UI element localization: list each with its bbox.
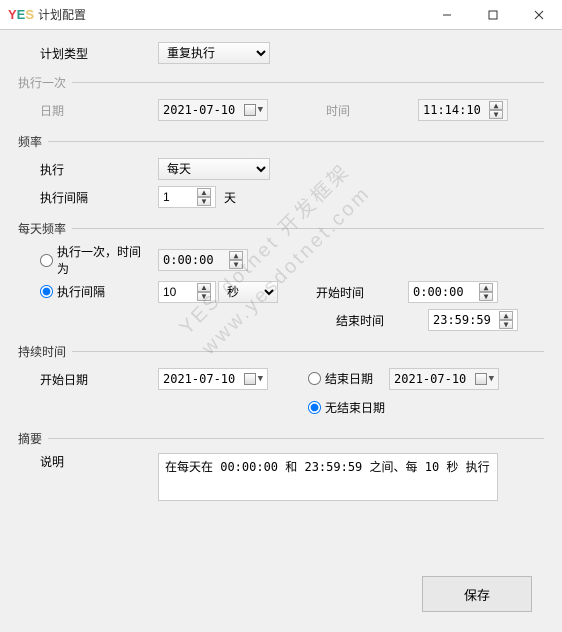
once-time-picker[interactable]: 11:14:10 ▲▼: [418, 99, 508, 121]
no-end-date-radio[interactable]: 无结束日期: [308, 399, 385, 416]
daily-once-time[interactable]: 0:00:00 ▲▼: [158, 249, 248, 271]
frequency-group: 频率 执行 每天 执行间隔 1 ▲▼ 天: [18, 133, 544, 212]
once-time-value: 11:14:10: [423, 103, 481, 117]
summary-legend: 摘要: [18, 430, 48, 447]
window-title: 计划配置: [38, 6, 86, 23]
daily-once-label: 执行一次，时间为: [57, 243, 148, 277]
logo-y: Y: [8, 7, 17, 22]
title-bar: YES 计划配置: [0, 0, 562, 30]
close-button[interactable]: [516, 0, 562, 30]
daily-interval-label: 执行间隔: [57, 283, 105, 300]
end-date-radio[interactable]: 结束日期: [308, 370, 373, 387]
plan-type-label: 计划类型: [18, 45, 158, 62]
daily-legend: 每天频率: [18, 220, 72, 237]
once-date-label: 日期: [18, 102, 158, 119]
exec-interval-spinner[interactable]: 1 ▲▼: [158, 186, 216, 208]
exec-interval-value: 1: [163, 190, 170, 204]
daily-end-time-value: 23:59:59: [433, 313, 491, 327]
chevron-down-icon: ▼: [489, 374, 494, 384]
daily-start-label: 开始时间: [308, 284, 408, 301]
exec-select[interactable]: 每天: [158, 158, 270, 180]
save-button[interactable]: 保存: [422, 576, 532, 612]
daily-frequency-group: 每天频率 执行一次，时间为 0:00:00 ▲▼ 执行间隔 10 ▲▼ 秒 开始…: [18, 220, 544, 335]
chevron-down-icon: ▼: [258, 105, 263, 115]
end-date-label: 结束日期: [325, 370, 373, 387]
start-date-value: 2021-07-10: [163, 372, 235, 386]
spinner-icon[interactable]: ▲▼: [479, 283, 493, 301]
once-time-label: 时间: [318, 102, 418, 119]
exec-interval-unit: 天: [224, 189, 236, 206]
spinner-icon[interactable]: ▲▼: [197, 188, 211, 206]
spinner-icon[interactable]: ▲▼: [499, 311, 513, 329]
start-date-label: 开始日期: [18, 371, 158, 388]
spinner-icon[interactable]: ▲▼: [489, 101, 503, 119]
no-end-label: 无结束日期: [325, 399, 385, 416]
exec-label: 执行: [18, 161, 158, 178]
desc-textarea[interactable]: 在每天在 00:00:00 和 23:59:59 之间、每 10 秒 执行: [158, 453, 498, 501]
daily-interval-radio[interactable]: 执行间隔: [40, 283, 105, 300]
maximize-button[interactable]: [470, 0, 516, 30]
daily-interval-spinner[interactable]: 10 ▲▼: [158, 281, 216, 303]
exec-interval-label: 执行间隔: [18, 189, 158, 206]
end-date-value: 2021-07-10: [394, 372, 466, 386]
desc-label: 说明: [18, 453, 158, 470]
daily-once-radio[interactable]: 执行一次，时间为: [40, 243, 148, 277]
spinner-icon[interactable]: ▲▼: [229, 251, 243, 269]
content-area: YES dotnet 开发框架 www.yesdotnet.com 计划类型 重…: [0, 30, 562, 632]
once-date-picker[interactable]: 2021-07-10 ▼: [158, 99, 268, 121]
duration-group: 持续时间 开始日期 2021-07-10 ▼ 结束日期 2021-07-10 ▼…: [18, 343, 544, 422]
plan-type-row: 计划类型 重复执行: [18, 40, 544, 66]
spinner-icon[interactable]: ▲▼: [197, 283, 211, 301]
execute-once-legend: 执行一次: [18, 74, 72, 91]
daily-interval-value: 10: [163, 285, 176, 299]
app-logo: YES: [8, 7, 34, 22]
daily-start-time[interactable]: 0:00:00 ▲▼: [408, 281, 498, 303]
duration-legend: 持续时间: [18, 343, 72, 360]
plan-type-select[interactable]: 重复执行: [158, 42, 270, 64]
desc-text: 在每天在 00:00:00 和 23:59:59 之间、每 10 秒 执行: [165, 460, 490, 474]
once-date-value: 2021-07-10: [163, 103, 235, 117]
start-date-picker[interactable]: 2021-07-10 ▼: [158, 368, 268, 390]
execute-once-group: 执行一次 日期 2021-07-10 ▼ 时间 11:14:10 ▲▼: [18, 74, 544, 125]
calendar-icon: [244, 104, 256, 116]
chevron-down-icon: ▼: [258, 374, 263, 384]
daily-start-time-value: 0:00:00: [413, 285, 464, 299]
daily-end-time[interactable]: 23:59:59 ▲▼: [428, 309, 518, 331]
end-date-picker[interactable]: 2021-07-10 ▼: [389, 368, 499, 390]
daily-interval-unit-select[interactable]: 秒: [218, 281, 278, 303]
daily-once-time-value: 0:00:00: [163, 253, 214, 267]
window-controls: [424, 0, 562, 30]
frequency-legend: 频率: [18, 133, 48, 150]
daily-end-label: 结束时间: [328, 312, 428, 329]
logo-s: S: [25, 7, 34, 22]
calendar-icon: [475, 373, 487, 385]
calendar-icon: [244, 373, 256, 385]
minimize-button[interactable]: [424, 0, 470, 30]
summary-group: 摘要 说明 在每天在 00:00:00 和 23:59:59 之间、每 10 秒…: [18, 430, 544, 503]
